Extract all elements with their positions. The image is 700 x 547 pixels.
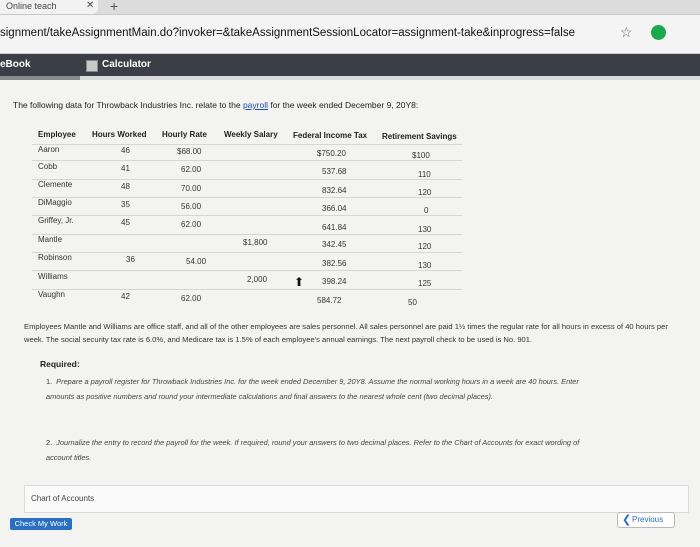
requirement-text: Journalize the entry to record the payro…	[46, 438, 580, 462]
cell-employee: Clemente	[38, 180, 73, 189]
cell-employee: Williams	[38, 272, 68, 281]
check-my-work-button[interactable]: Check My Work	[10, 518, 72, 530]
row-divider	[32, 234, 462, 235]
cell-fit: 342.45	[322, 240, 347, 249]
cell-hours: 48	[121, 182, 130, 191]
cell-hours: 41	[121, 164, 130, 173]
row-divider	[32, 144, 462, 145]
cell-retirement: 130	[418, 225, 432, 234]
row-divider	[32, 160, 462, 161]
cell-rate: 62.00	[181, 220, 202, 229]
cell-fit: 366.04	[322, 204, 347, 213]
cell-hours: 45	[121, 218, 130, 227]
requirement-number: 2.	[46, 438, 53, 447]
calculator-icon[interactable]	[86, 60, 98, 72]
previous-label: Previous	[632, 515, 664, 524]
cell-rate: 56.00	[181, 202, 202, 211]
requirement-text: Prepare a payroll register for Throwback…	[46, 377, 579, 401]
required-title: Required:	[40, 359, 80, 369]
cell-hours: 36	[126, 255, 135, 264]
address-bar: signment/takeAssignmentMain.do?invoker=&…	[0, 15, 700, 54]
mouse-cursor-icon: ⬆	[294, 275, 305, 289]
browser-tab-strip: Online teach ✕ +	[0, 0, 700, 15]
cell-retirement: 120	[418, 242, 432, 251]
browser-tab[interactable]: Online teach ✕	[0, 0, 98, 14]
requirement-number: 1.	[46, 377, 53, 386]
cell-employee: Robinson	[38, 253, 72, 262]
row-divider	[32, 215, 462, 216]
row-divider	[32, 252, 462, 253]
cell-rate: 62.00	[181, 165, 202, 174]
col-header-retirement: Retirement Savings	[382, 132, 457, 141]
cell-fit: 584.72	[317, 296, 342, 305]
cell-salary: $1,800	[243, 238, 268, 247]
cell-rate: 70.00	[181, 184, 202, 193]
requirement-item: 1. Prepare a payroll register for Throwba…	[46, 374, 606, 404]
extension-icon[interactable]	[651, 25, 666, 40]
cell-fit: 641.84	[322, 223, 347, 232]
cell-hours: 46	[121, 146, 130, 155]
cell-retirement: 120	[418, 188, 432, 197]
cell-retirement: 125	[418, 279, 432, 288]
problem-paragraph: Employees Mantle and Williams are office…	[24, 322, 668, 344]
ebook-button[interactable]: eBook	[0, 59, 31, 70]
col-header-employee: Employee	[38, 130, 76, 139]
previous-button[interactable]: ❮ Previous	[617, 512, 675, 528]
url-text[interactable]: signment/takeAssignmentMain.do?invoker=&…	[0, 27, 575, 39]
chart-of-accounts-panel[interactable]: Chart of Accounts	[24, 485, 689, 513]
cell-employee: Aaron	[38, 145, 60, 154]
cell-retirement: 50	[408, 298, 417, 307]
cell-employee: Mantle	[38, 235, 63, 244]
cell-fit: 382.56	[322, 259, 347, 268]
col-header-rate: Hourly Rate	[162, 130, 207, 139]
new-tab-icon[interactable]: +	[110, 0, 118, 13]
cell-employee: DiMaggio	[38, 198, 72, 207]
row-divider	[32, 179, 462, 180]
cell-hours: 35	[121, 200, 130, 209]
cell-fit: 832.64	[322, 186, 347, 195]
cell-fit: 537.68	[322, 167, 347, 176]
cell-rate: $68.00	[177, 147, 202, 156]
col-header-hours: Hours Worked	[92, 130, 147, 139]
cell-employee: Griffey, Jr.	[38, 216, 74, 225]
cell-fit: $750.20	[317, 149, 346, 158]
cell-rate: 62.00	[181, 294, 202, 303]
close-icon[interactable]: ✕	[86, 0, 94, 12]
cell-retirement: 110	[418, 170, 431, 179]
bookmark-star-icon[interactable]: ☆	[620, 24, 633, 41]
cell-salary: 2,000	[247, 275, 268, 284]
tab-title: Online teach	[6, 1, 57, 11]
row-divider	[32, 270, 462, 271]
problem-content: The following data for Throwback Industr…	[0, 80, 700, 547]
app-toolbar: eBook Calculator	[0, 54, 700, 76]
cell-retirement: 130	[418, 261, 432, 270]
chevron-left-icon: ❮	[622, 514, 632, 526]
cell-fit: 398.24	[322, 277, 347, 286]
cell-employee: Cobb	[38, 162, 58, 171]
row-divider	[32, 289, 462, 290]
chart-of-accounts-link[interactable]: Chart of Accounts	[31, 494, 94, 503]
calculator-button[interactable]: Calculator	[102, 59, 151, 70]
col-header-salary: Weekly Salary	[224, 130, 278, 139]
row-divider	[32, 197, 462, 198]
requirement-item: 2. Journalize the entry to record the pay…	[46, 435, 606, 465]
cell-hours: 42	[121, 292, 130, 301]
cell-retirement: $100	[412, 151, 430, 160]
cell-retirement: 0	[424, 206, 429, 215]
cell-rate: 54.00	[186, 257, 207, 266]
cell-employee: Vaughn	[38, 290, 65, 299]
col-header-fit: Federal Income Tax	[293, 131, 368, 140]
